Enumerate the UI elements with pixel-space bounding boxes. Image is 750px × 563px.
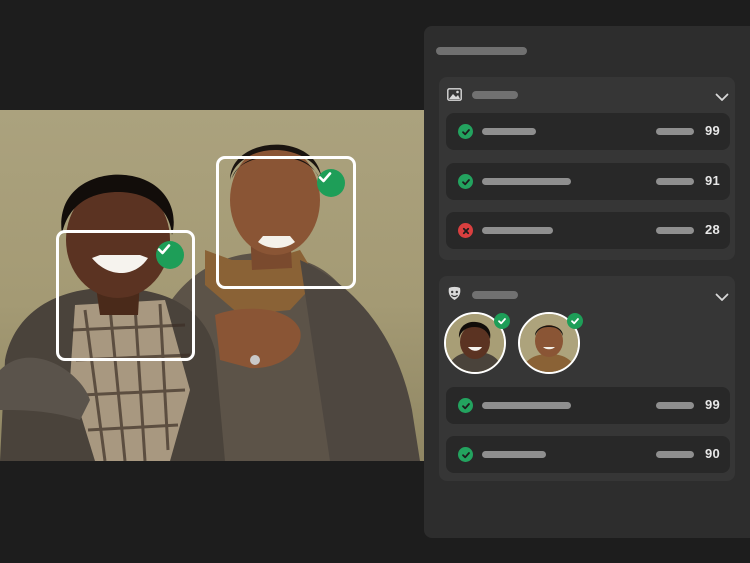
face-group-label: [472, 291, 518, 299]
score-bar: [656, 227, 694, 234]
row-label: [482, 451, 546, 458]
chevron-down-icon[interactable]: [715, 289, 729, 307]
row-score: 99: [704, 397, 720, 412]
image-icon: [447, 88, 462, 106]
panel-title: [436, 47, 527, 55]
check-icon: [494, 313, 510, 329]
score-bar: [656, 128, 694, 135]
row-score: 99: [704, 123, 720, 138]
check-icon: [458, 124, 473, 139]
row-score: 90: [704, 446, 720, 461]
face-check-row[interactable]: 99: [446, 387, 730, 424]
image-check-row[interactable]: 99: [446, 113, 730, 150]
analysis-panel: 99 91 28 99 90: [424, 26, 750, 538]
photo-canvas: [0, 110, 424, 461]
check-icon: [458, 398, 473, 413]
image-group-label: [472, 91, 518, 99]
row-label: [482, 227, 553, 234]
check-icon: [458, 174, 473, 189]
close-icon: [458, 223, 473, 238]
check-icon: [156, 241, 184, 269]
row-score: 28: [704, 222, 720, 237]
check-icon: [317, 169, 345, 197]
face-icon: [447, 286, 462, 306]
row-label: [482, 402, 571, 409]
score-bar: [656, 178, 694, 185]
chevron-down-icon[interactable]: [715, 89, 729, 107]
face-checks-group: 99 90: [439, 276, 735, 481]
row-label: [482, 128, 536, 135]
score-bar: [656, 451, 694, 458]
image-check-row[interactable]: 91: [446, 163, 730, 200]
image-checks-group: 99 91 28: [439, 77, 735, 260]
face-check-row[interactable]: 90: [446, 436, 730, 473]
row-score: 91: [704, 173, 720, 188]
row-label: [482, 178, 571, 185]
image-check-row[interactable]: 28: [446, 212, 730, 249]
check-icon: [567, 313, 583, 329]
check-icon: [458, 447, 473, 462]
score-bar: [656, 402, 694, 409]
